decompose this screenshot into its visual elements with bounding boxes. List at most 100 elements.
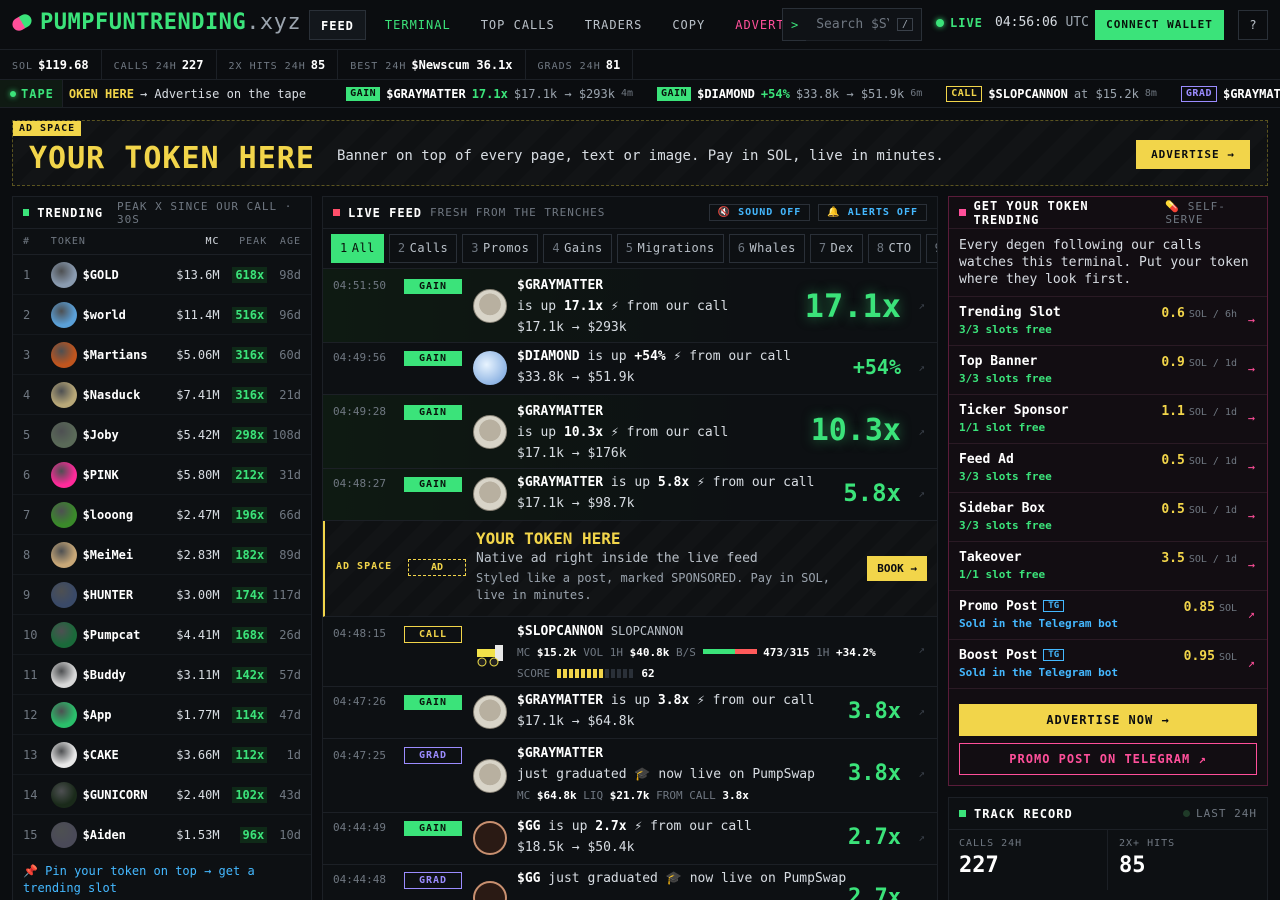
promo-option[interactable]: Ticker Sponsor 1/1 slot free 1.1 SOL / 1d → — [949, 395, 1267, 444]
trending-row[interactable]: 5 $Joby $5.42M 298x 108d — [13, 415, 311, 455]
trending-row[interactable]: 14 $GUNICORN $2.40M 102x 43d — [13, 775, 311, 815]
feed-symbol[interactable]: $SLOPCANNON — [517, 624, 603, 639]
feed-symbol[interactable]: $GRAYMATTER — [517, 278, 603, 293]
tab-live[interactable]: 9Live — [925, 234, 937, 263]
nav-traders[interactable]: TRADERS — [574, 10, 654, 40]
nav-copy[interactable]: COPY — [661, 10, 716, 40]
feed-item[interactable]: 04:47:26 GAIN $GRAYMATTER is up 3.8x ⚡ f… — [323, 687, 937, 739]
tab-promos[interactable]: 3 Promos — [462, 234, 539, 263]
external-link-icon[interactable]: ↗ — [918, 487, 925, 500]
external-link-icon[interactable]: ↗ — [918, 767, 925, 780]
token-symbol[interactable]: $GOLD — [83, 268, 164, 282]
tape-item[interactable]: GRAD $GRAYMATTER — [1180, 85, 1280, 102]
tape-ad[interactable]: OKEN HERE → Advertise on the tape — [69, 87, 306, 101]
arrow-right-icon[interactable]: → — [1248, 460, 1255, 474]
promo-option[interactable]: Trending Slot 3/3 slots free 0.6 SOL / 6h → — [949, 297, 1267, 346]
trending-row[interactable]: 1 $GOLD $13.6M 618x 98d — [13, 255, 311, 295]
feed-item[interactable]: 04:49:28 GAIN $GRAYMATTER is up 10.3x ⚡ … — [323, 395, 937, 469]
advertise-button[interactable]: ADVERTISE → — [1136, 140, 1250, 169]
tab-all[interactable]: 1 All — [331, 234, 384, 263]
token-symbol[interactable]: $App — [83, 708, 164, 722]
nav-terminal[interactable]: TERMINAL — [374, 10, 462, 40]
stat-value[interactable]: $Newscum — [411, 58, 469, 72]
ad-banner[interactable]: AD SPACE YOUR TOKEN HERE Banner on top o… — [12, 120, 1268, 186]
tab-cto[interactable]: 8 CTO — [867, 234, 921, 263]
nav-feed[interactable]: FEED — [309, 10, 366, 40]
promo-option[interactable]: Feed Ad 3/3 slots free 0.5 SOL / 1d → — [949, 444, 1267, 493]
feed-item[interactable]: 04:51:50 GAIN $GRAYMATTER is up 17.1x ⚡ … — [323, 269, 937, 343]
promo-option[interactable]: Promo Post TG Sold in the Telegram bot 0.85… — [949, 591, 1267, 640]
alerts-toggle[interactable]: 🔔 ALERTS OFF — [818, 204, 927, 221]
external-link-icon[interactable]: ↗ — [918, 705, 925, 718]
promo-telegram-button[interactable]: PROMO POST ON TELEGRAM ↗ — [959, 743, 1257, 775]
feed-symbol[interactable]: $GG — [517, 871, 540, 886]
trending-row[interactable]: 7 $looong $2.47M 196x 66d — [13, 495, 311, 535]
token-symbol[interactable]: $Nasduck — [83, 388, 164, 402]
feed-item[interactable]: 04:44:48 GRAD $GG just graduated 🎓 now l… — [323, 865, 937, 900]
trending-row[interactable]: 13 $CAKE $3.66M 112x 1d — [13, 735, 311, 775]
external-link-icon[interactable]: ↗ — [1248, 607, 1255, 621]
promo-option[interactable]: Boost Post TG Sold in the Telegram bot 0.95… — [949, 640, 1267, 689]
feed-item[interactable]: 04:44:49 GAIN $GG is up 2.7x ⚡ from our … — [323, 813, 937, 865]
feed-ad-slot[interactable]: AD SPACE AD YOUR TOKEN HERE Native ad ri… — [323, 521, 937, 617]
advertise-now-button[interactable]: ADVERTISE NOW → — [959, 704, 1257, 736]
feed-item[interactable]: 04:47:25 GRAD $GRAYMATTER just graduated… — [323, 739, 937, 813]
trending-row[interactable]: 2 $world $11.4M 516x 96d — [13, 295, 311, 335]
external-link-icon[interactable]: ↗ — [918, 299, 925, 312]
logo[interactable]: PUMPFUNTRENDING.xyz — [10, 10, 301, 35]
pin-token-link[interactable]: 📌 Pin your token on top → get a trending… — [13, 855, 311, 900]
external-link-icon[interactable]: ↗ — [918, 831, 925, 844]
feed-symbol[interactable]: $GRAYMATTER — [517, 475, 603, 490]
external-link-icon[interactable]: ↗ — [918, 425, 925, 438]
feed-symbol[interactable]: $GRAYMATTER — [517, 746, 603, 761]
nav-top-calls[interactable]: TOP CALLS — [470, 10, 566, 40]
book-button[interactable]: BOOK → — [867, 556, 927, 581]
token-symbol[interactable]: $CAKE — [83, 748, 164, 762]
feed-symbol[interactable]: $DIAMOND — [517, 349, 580, 364]
promo-option[interactable]: Top Banner 3/3 slots free 0.9 SOL / 1d → — [949, 346, 1267, 395]
tab-dex[interactable]: 7 Dex — [809, 234, 863, 263]
token-symbol[interactable]: $world — [83, 308, 164, 322]
tape-item[interactable]: GAIN $DIAMOND +54% $33.8k → $51.9k 6m — [657, 86, 922, 101]
feed-symbol[interactable]: $GRAYMATTER — [517, 693, 603, 708]
trending-row[interactable]: 4 $Nasduck $7.41M 316x 21d — [13, 375, 311, 415]
trending-row[interactable]: 9 $HUNTER $3.00M 174x 117d — [13, 575, 311, 615]
arrow-right-icon[interactable]: → — [1248, 411, 1255, 425]
arrow-right-icon[interactable]: → — [1248, 362, 1255, 376]
tab-calls[interactable]: 2 Calls — [388, 234, 458, 263]
feed-item[interactable]: 04:49:56 GAIN $DIAMOND is up +54% ⚡ from… — [323, 343, 937, 395]
trending-row[interactable]: 8 $MeiMei $2.83M 182x 89d — [13, 535, 311, 575]
token-symbol[interactable]: $Buddy — [83, 668, 164, 682]
token-symbol[interactable]: $Pumpcat — [83, 628, 164, 642]
arrow-right-icon[interactable]: → — [1248, 509, 1255, 523]
tab-whales[interactable]: 6 Whales — [728, 234, 805, 263]
promo-option[interactable]: Sidebar Box 3/3 slots free 0.5 SOL / 1d → — [949, 493, 1267, 542]
trending-row[interactable]: 6 $PINK $5.80M 212x 31d — [13, 455, 311, 495]
tab-migrations[interactable]: 5 Migrations — [616, 234, 724, 263]
token-symbol[interactable]: $Martians — [83, 348, 164, 362]
arrow-right-icon[interactable]: → — [1248, 558, 1255, 572]
connect-wallet-button[interactable]: CONNECT WALLET — [1095, 10, 1224, 40]
tape-item[interactable]: CALL $SLOPCANNON at $15.2k 8m — [946, 85, 1157, 102]
external-link-icon[interactable]: ↗ — [918, 643, 925, 656]
sound-toggle[interactable]: 🔇 SOUND OFF — [708, 204, 811, 221]
feed-item[interactable]: 04:48:15 CALL $SLOPCANNON SLOPCANNON MC … — [323, 617, 937, 687]
token-symbol[interactable]: $Joby — [83, 428, 164, 442]
feed-item[interactable]: 04:48:27 GAIN $GRAYMATTER is up 5.8x ⚡ f… — [323, 469, 937, 521]
feed-symbol[interactable]: $GG — [517, 819, 540, 834]
help-button[interactable]: ? — [1238, 10, 1268, 40]
arrow-right-icon[interactable]: → — [1248, 313, 1255, 327]
trending-row[interactable]: 11 $Buddy $3.11M 142x 57d — [13, 655, 311, 695]
token-symbol[interactable]: $MeiMei — [83, 548, 164, 562]
token-symbol[interactable]: $GUNICORN — [83, 788, 164, 802]
trending-row[interactable]: 12 $App $1.77M 114x 47d — [13, 695, 311, 735]
tab-gains[interactable]: 4 Gains — [543, 234, 612, 263]
trending-row[interactable]: 10 $Pumpcat $4.41M 168x 26d — [13, 615, 311, 655]
token-symbol[interactable]: $HUNTER — [83, 588, 164, 602]
token-symbol[interactable]: $PINK — [83, 468, 164, 482]
tape-item[interactable]: GAIN $GRAYMATTER 17.1x $17.1k → $293k 4m — [346, 86, 633, 101]
external-link-icon[interactable]: ↗ — [1248, 656, 1255, 670]
external-link-icon[interactable]: ↗ — [918, 361, 925, 374]
promo-option[interactable]: Takeover 1/1 slot free 3.5 SOL / 1d → — [949, 542, 1267, 591]
trending-row[interactable]: 15 $Aiden $1.53M 96x 10d — [13, 815, 311, 855]
